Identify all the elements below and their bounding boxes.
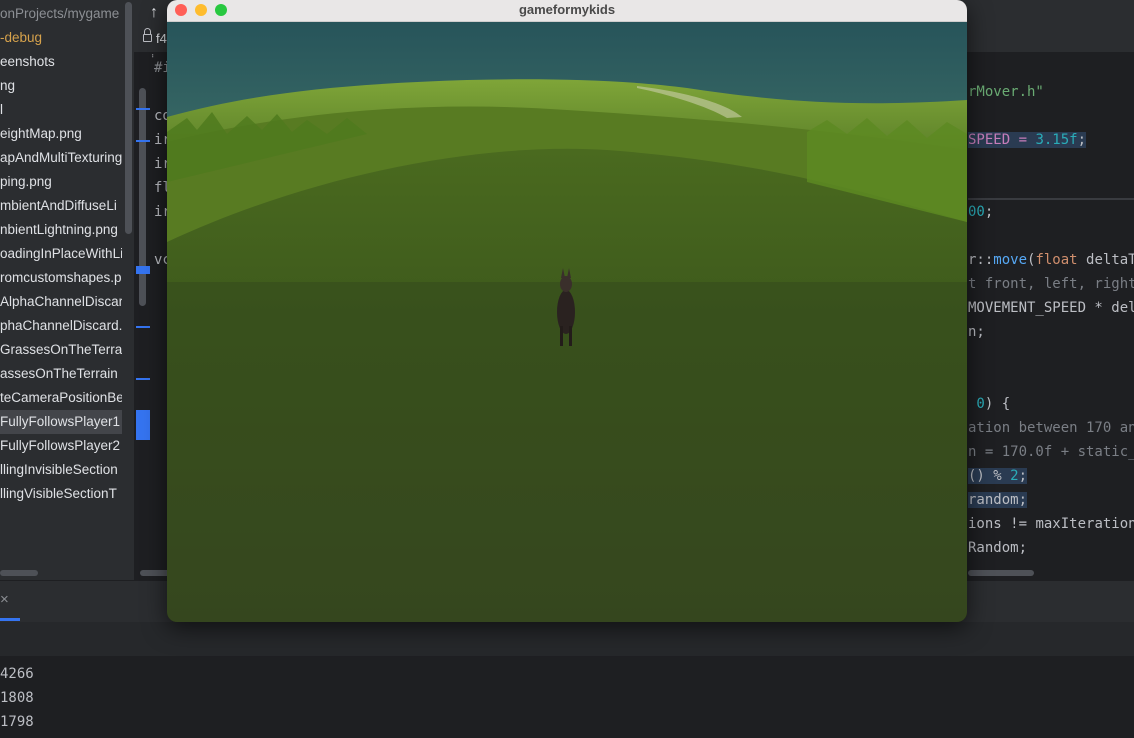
code-line: 00;: [968, 200, 993, 224]
code-line: ation between 170 an: [968, 416, 1134, 440]
code-token: () %: [968, 468, 1011, 484]
tree-item[interactable]: apAndMultiTexturing: [0, 146, 122, 170]
tree-item[interactable]: phaChannelDiscard.p: [0, 314, 122, 338]
code-line: rMover.h": [968, 80, 1044, 104]
change-marker: [136, 140, 150, 142]
console-output[interactable]: 4266 1808 1798: [0, 656, 1134, 738]
code-token: ions !=: [968, 516, 1036, 532]
close-icon[interactable]: ×: [0, 591, 9, 608]
tree-item[interactable]: AlphaChannelDiscar: [0, 290, 122, 314]
code-token: Random;: [968, 540, 1028, 556]
game-viewport[interactable]: [167, 22, 967, 622]
change-marker: [136, 410, 150, 440]
tree-item[interactable]: ng: [0, 74, 122, 98]
tree-item[interactable]: GrassesOnTheTerra: [0, 338, 122, 362]
tree-item[interactable]: teCameraPositionBe: [0, 386, 122, 410]
tree-item[interactable]: llingVisibleSectionT: [0, 482, 122, 506]
code-token: SPEED =: [968, 132, 1036, 148]
tree-item[interactable]: -debug: [0, 26, 122, 50]
change-marker: [136, 378, 150, 380]
active-tab-indicator: [0, 618, 20, 621]
editor-hscrollbar[interactable]: [140, 570, 170, 576]
code-token: rMover.h": [968, 84, 1044, 100]
file-tab-label[interactable]: f4: [156, 31, 167, 46]
code-line: n;: [968, 320, 985, 344]
tree-item[interactable]: FullyFollowsPlayer1: [0, 410, 122, 434]
project-tree-panel: onProjects/mygame -debug eenshots ng l eightM…: [0, 0, 134, 580]
code-token: 00: [968, 204, 985, 220]
tree-item[interactable]: ping.png: [0, 170, 122, 194]
console-line: 1798: [0, 714, 34, 730]
code-token: ;: [1077, 132, 1087, 148]
code-token: n = 170.0f + static_: [968, 444, 1134, 460]
tree-item[interactable]: romcustomshapes.p: [0, 266, 122, 290]
project-tree-hscrollbar[interactable]: [0, 570, 38, 576]
code-line: ions != maxIteration: [968, 512, 1134, 536]
code-token: 3.15f: [1035, 132, 1078, 148]
code-token: random;: [968, 492, 1028, 508]
editor-divider: [968, 198, 1134, 200]
code-line: SPEED = 3.15f;: [968, 128, 1087, 152]
game-window[interactable]: gameformykids: [167, 0, 967, 622]
navigate-up-icon[interactable]: ↑: [150, 4, 158, 22]
code-line: () % 2;: [968, 464, 1028, 488]
window-title: gameformykids: [518, 2, 616, 17]
editor-gutter: [134, 52, 152, 580]
tree-item[interactable]: eenshots: [0, 50, 122, 74]
code-token: MOVEMENT_SPEED * del: [968, 300, 1134, 316]
editor-hscrollbar-right[interactable]: [968, 570, 1034, 576]
code-token: ) {: [984, 396, 1011, 412]
code-token: r::: [968, 252, 994, 268]
tree-item[interactable]: onProjects/mygame: [0, 2, 122, 26]
code-token: ;: [1018, 468, 1028, 484]
code-token: ation between 170 an: [968, 420, 1134, 436]
code-token: 2: [1010, 468, 1019, 484]
code-token: n;: [968, 324, 985, 340]
change-marker: [136, 108, 150, 110]
tree-item[interactable]: assesOnTheTerrain: [0, 362, 122, 386]
code-line: 0) {: [968, 392, 1010, 416]
tree-item[interactable]: mbientAndDiffuseLi: [0, 194, 122, 218]
tree-item[interactable]: FullyFollowsPlayer2: [0, 434, 122, 458]
code-token: maxIteration: [1035, 516, 1134, 532]
code-line: n = 170.0f + static_: [968, 440, 1134, 464]
code-line: t front, left, right: [968, 272, 1134, 296]
desktop: onProjects/mygame -debug eenshots ng l eightM…: [0, 0, 1134, 738]
console-line: 1808: [0, 690, 34, 706]
tree-item[interactable]: l: [0, 98, 122, 122]
tree-item[interactable]: oadingInPlaceWithLi: [0, 242, 122, 266]
change-marker: [136, 326, 150, 328]
tree-item[interactable]: nbientLightning.png: [0, 218, 122, 242]
code-token: t front, left, right: [968, 276, 1134, 292]
code-token: ;: [984, 204, 994, 220]
code-line: Random;: [968, 536, 1027, 560]
lock-shackle-icon: [144, 28, 151, 35]
code-line: random;: [968, 488, 1028, 512]
console-line: 4266: [0, 666, 34, 682]
code-token: deltaT: [1077, 252, 1134, 268]
tree-item[interactable]: llingInvisibleSection: [0, 458, 122, 482]
window-titlebar[interactable]: gameformykids: [167, 0, 967, 22]
bottom-tab-bar: [0, 618, 1134, 656]
code-token: move: [993, 252, 1028, 268]
tree-item[interactable]: eightMap.png: [0, 122, 122, 146]
code-line: MOVEMENT_SPEED * del: [968, 296, 1134, 320]
project-tree-scrollbar[interactable]: [125, 2, 132, 234]
code-token: 0: [968, 396, 985, 412]
change-marker: [136, 266, 150, 274]
lock-icon: [143, 34, 152, 42]
code-token: float: [1035, 252, 1078, 268]
code-line: r::move(float deltaT: [968, 248, 1134, 272]
